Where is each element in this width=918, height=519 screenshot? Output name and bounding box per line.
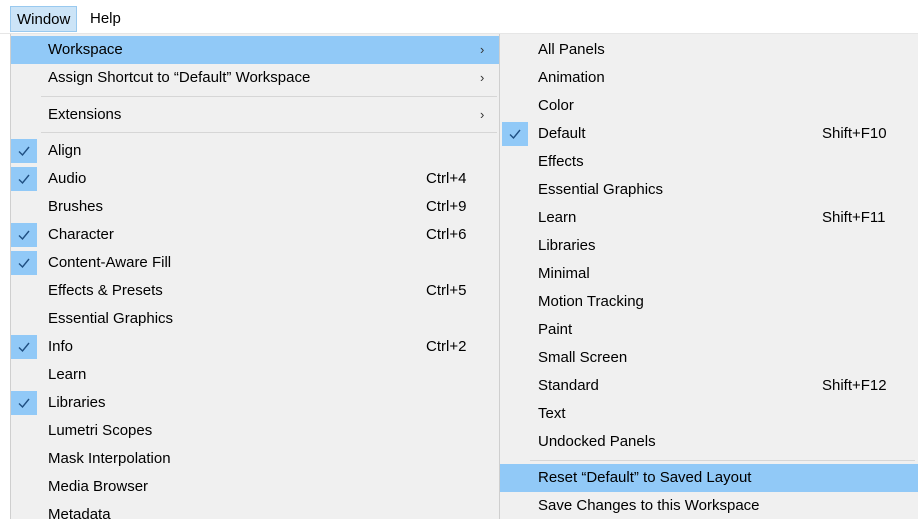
menu-item-align[interactable]: Align: [11, 137, 501, 165]
workspace-essential-graphics[interactable]: Essential Graphics: [500, 176, 918, 204]
menu-item-label: Learn: [538, 209, 577, 226]
checkmark-icon: [11, 223, 37, 247]
menu-separator: [41, 96, 497, 97]
menu-item-audio[interactable]: Audio Ctrl+4: [11, 165, 501, 193]
menu-item-label: Libraries: [48, 394, 106, 411]
menu-item-label: Save Changes to this Workspace: [538, 497, 760, 514]
menu-item-label: Workspace: [48, 41, 123, 58]
menu-item-label: Character: [48, 226, 114, 243]
menu-item-label: Small Screen: [538, 349, 628, 366]
menu-item-workspace[interactable]: Workspace ›: [11, 36, 501, 64]
menubar-help[interactable]: Help: [84, 6, 127, 32]
chevron-right-icon: ›: [480, 42, 485, 57]
workspace-animation[interactable]: Animation: [500, 64, 918, 92]
menu-item-label: Content-Aware Fill: [48, 254, 172, 271]
workspace-learn[interactable]: Learn Shift+F11: [500, 204, 918, 232]
menu-item-label: Essential Graphics: [538, 181, 664, 198]
menu-item-label: Info: [48, 338, 74, 355]
workspace-save-changes[interactable]: Save Changes to this Workspace: [500, 492, 918, 519]
checkmark-icon: [11, 251, 37, 275]
workspace-color[interactable]: Color: [500, 92, 918, 120]
menubar-window[interactable]: Window: [10, 6, 78, 32]
menu-item-metadata[interactable]: Metadata: [11, 501, 501, 519]
menu-item-brushes[interactable]: Brushes Ctrl+9: [11, 193, 501, 221]
menu-bar: Window Help: [0, 0, 918, 34]
menu-item-label: Extensions: [48, 106, 122, 123]
menu-item-label: Media Browser: [48, 478, 149, 495]
checkmark-icon: [502, 122, 528, 146]
menu-item-label: Essential Graphics: [48, 310, 174, 327]
checkmark-icon: [11, 335, 37, 359]
menu-item-label: Standard: [538, 377, 599, 394]
menu-item-label: All Panels: [538, 41, 605, 58]
menu-item-extensions[interactable]: Extensions ›: [11, 101, 501, 129]
menu-item-label: Brushes: [48, 198, 104, 215]
workspace-libraries[interactable]: Libraries: [500, 232, 918, 260]
menu-item-media-browser[interactable]: Media Browser: [11, 473, 501, 501]
menu-item-info[interactable]: Info Ctrl+2: [11, 333, 501, 361]
menu-item-label: Effects: [538, 153, 584, 170]
menu-item-lumetri-scopes[interactable]: Lumetri Scopes: [11, 417, 501, 445]
menu-item-learn[interactable]: Learn: [11, 361, 501, 389]
menu-separator: [41, 132, 497, 133]
chevron-right-icon: ›: [480, 70, 485, 85]
menu-item-mask-interpolation[interactable]: Mask Interpolation: [11, 445, 501, 473]
menu-separator: [530, 460, 915, 461]
workspace-default[interactable]: Default Shift+F10: [500, 120, 918, 148]
menu-item-character[interactable]: Character Ctrl+6: [11, 221, 501, 249]
menu-item-essential-graphics[interactable]: Essential Graphics: [11, 305, 501, 333]
workspace-undocked-panels[interactable]: Undocked Panels: [500, 428, 918, 456]
menu-item-shortcut: Ctrl+6: [426, 226, 467, 243]
menu-item-shortcut: Ctrl+5: [426, 282, 467, 299]
menu-item-label: Animation: [538, 69, 605, 86]
workspace-text[interactable]: Text: [500, 400, 918, 428]
checkmark-icon: [11, 167, 37, 191]
workspace-standard[interactable]: Standard Shift+F12: [500, 372, 918, 400]
menu-item-label: Reset “Default” to Saved Layout: [538, 469, 752, 486]
menu-item-assign-shortcut[interactable]: Assign Shortcut to “Default” Workspace ›: [11, 64, 501, 92]
workspace-submenu: All Panels Animation Color Default Shift…: [499, 34, 918, 519]
checkmark-icon: [11, 139, 37, 163]
menu-item-shortcut: Ctrl+9: [426, 198, 467, 215]
menu-item-shortcut: Shift+F10: [822, 125, 887, 142]
menu-item-shortcut: Ctrl+2: [426, 338, 467, 355]
menu-item-libraries[interactable]: Libraries: [11, 389, 501, 417]
chevron-right-icon: ›: [480, 107, 485, 122]
menu-item-label: Assign Shortcut to “Default” Workspace: [48, 69, 311, 86]
workspace-all-panels[interactable]: All Panels: [500, 36, 918, 64]
workspace-reset-to-saved-layout[interactable]: Reset “Default” to Saved Layout: [500, 464, 918, 492]
menu-item-shortcut: Shift+F11: [822, 209, 886, 226]
menu-item-content-aware-fill[interactable]: Content-Aware Fill: [11, 249, 501, 277]
menu-item-label: Audio: [48, 170, 87, 187]
menu-item-label: Paint: [538, 321, 573, 338]
menu-item-label: Effects & Presets: [48, 282, 163, 299]
workspace-small-screen[interactable]: Small Screen: [500, 344, 918, 372]
workspace-effects[interactable]: Effects: [500, 148, 918, 176]
menu-item-label: Text: [538, 405, 566, 422]
menu-item-label: Motion Tracking: [538, 293, 644, 310]
menu-item-label: Default: [538, 125, 586, 142]
menu-item-label: Undocked Panels: [538, 433, 656, 450]
workspace-motion-tracking[interactable]: Motion Tracking: [500, 288, 918, 316]
menu-item-label: Libraries: [538, 237, 596, 254]
menu-item-label: Align: [48, 142, 82, 159]
window-menu: Workspace › Assign Shortcut to “Default”…: [10, 34, 501, 519]
menu-item-label: Learn: [48, 366, 87, 383]
menu-item-shortcut: Ctrl+4: [426, 170, 467, 187]
menu-item-effects-presets[interactable]: Effects & Presets Ctrl+5: [11, 277, 501, 305]
checkmark-icon: [11, 391, 37, 415]
menu-item-label: Minimal: [538, 265, 590, 282]
menu-item-label: Color: [538, 97, 574, 114]
menu-item-shortcut: Shift+F12: [822, 377, 887, 394]
workspace-minimal[interactable]: Minimal: [500, 260, 918, 288]
workspace-paint[interactable]: Paint: [500, 316, 918, 344]
menu-item-label: Lumetri Scopes: [48, 422, 153, 439]
menu-item-label: Metadata: [48, 506, 111, 519]
menu-item-label: Mask Interpolation: [48, 450, 171, 467]
